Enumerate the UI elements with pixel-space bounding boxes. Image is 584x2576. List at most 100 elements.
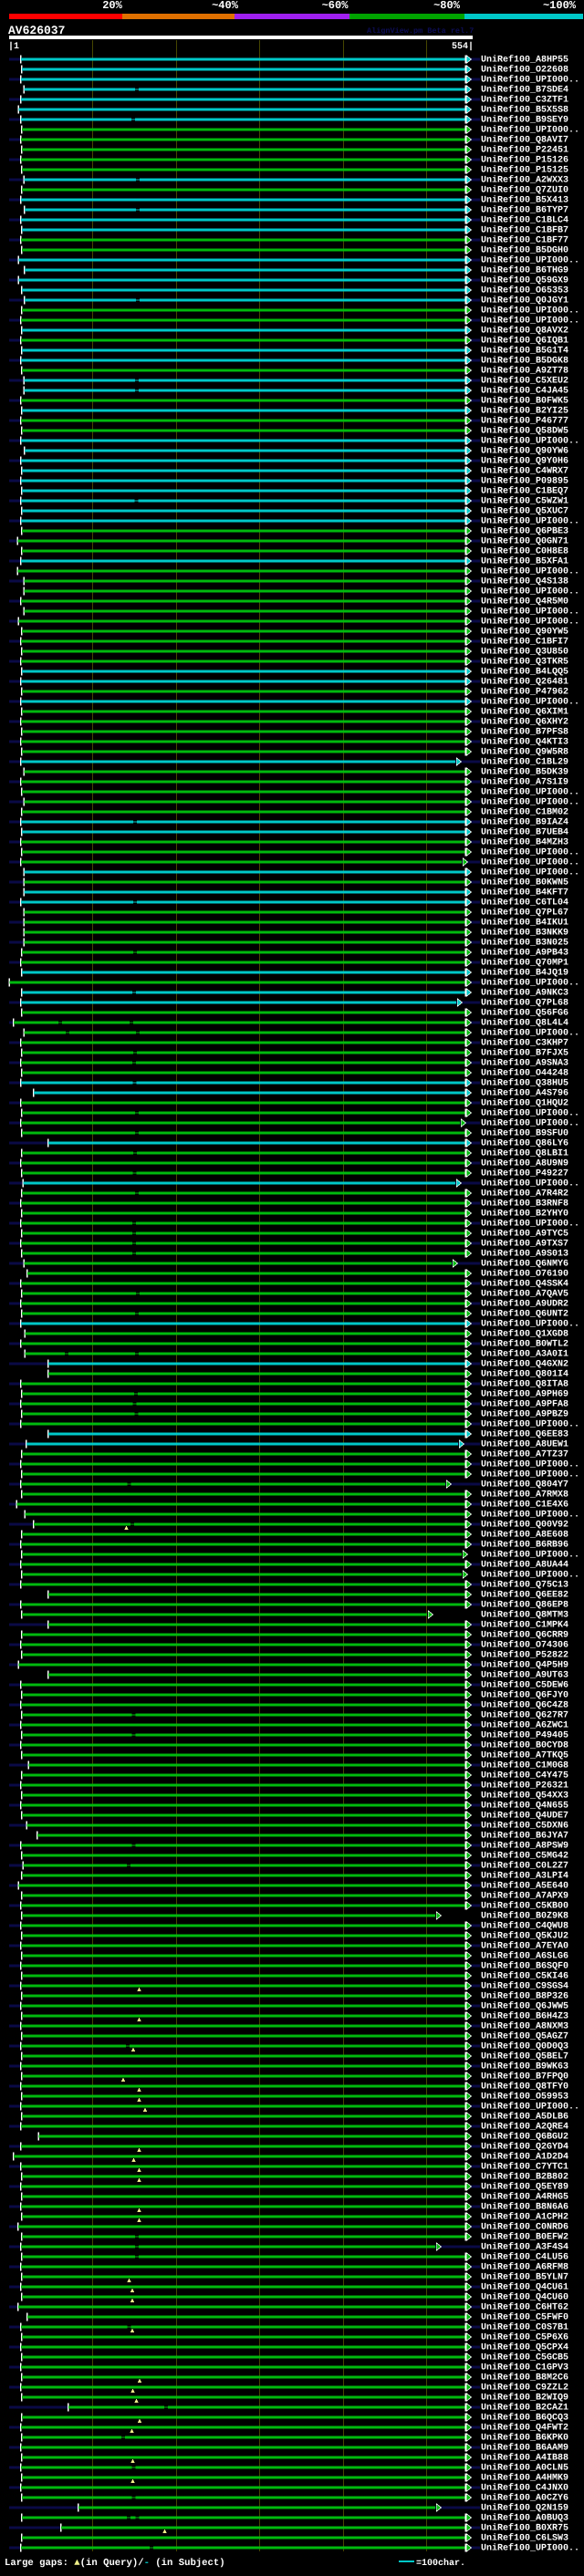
svg-text:UniRef100_O65353: UniRef100_O65353 — [481, 286, 568, 296]
svg-text:UniRef100_C0S7B1: UniRef100_C0S7B1 — [481, 2322, 568, 2333]
svg-text:UniRef100_UPI000..: UniRef100_UPI000.. — [481, 1179, 579, 1189]
svg-text:UniRef100_C1M0G8: UniRef100_C1M0G8 — [481, 1761, 568, 1771]
svg-text:UniRef100_B5DGK8: UniRef100_B5DGK8 — [481, 356, 568, 367]
svg-text:UniRef100_Q8MTM3: UniRef100_Q8MTM3 — [481, 1610, 568, 1621]
svg-text:UniRef100_Q5XUC7: UniRef100_Q5XUC7 — [481, 506, 568, 517]
svg-text:|1: |1 — [8, 41, 19, 52]
svg-text:UniRef100_Q5AGZ7: UniRef100_Q5AGZ7 — [481, 2031, 568, 2042]
svg-text:UniRef100_UPI000..: UniRef100_UPI000.. — [481, 617, 579, 628]
svg-text:UniRef100_UPI000..: UniRef100_UPI000.. — [481, 316, 579, 327]
svg-text:UniRef100_A7TKQ5: UniRef100_A7TKQ5 — [481, 1750, 568, 1761]
svg-text:UniRef100_A3F4S4: UniRef100_A3F4S4 — [481, 2242, 568, 2253]
svg-text:UniRef100_Q1HQU2: UniRef100_Q1HQU2 — [481, 1098, 568, 1109]
svg-text:UniRef100_A9PB43: UniRef100_A9PB43 — [481, 948, 568, 959]
svg-text:=100char.: =100char. — [416, 2558, 465, 2569]
svg-text:UniRef100_B9SEY9: UniRef100_B9SEY9 — [481, 115, 568, 126]
svg-text:UniRef100_Q9W5R8: UniRef100_Q9W5R8 — [481, 747, 568, 758]
svg-text:UniRef100_UPI000..: UniRef100_UPI000.. — [481, 787, 579, 798]
svg-text:UniRef100_Q8ITA8: UniRef100_Q8ITA8 — [481, 1379, 568, 1390]
svg-text:UniRef100_B6THG9: UniRef100_B6THG9 — [481, 265, 568, 276]
svg-text:UniRef100_Q5KJU2: UniRef100_Q5KJU2 — [481, 1931, 568, 1942]
svg-text:UniRef100_A9TYC5: UniRef100_A9TYC5 — [481, 1229, 568, 1240]
svg-text:UniRef100_A6RFM8: UniRef100_A6RFM8 — [481, 2262, 568, 2273]
svg-text:UniRef100_O76190: UniRef100_O76190 — [481, 1269, 568, 1280]
svg-text:UniRef100_B7FPQ0: UniRef100_B7FPQ0 — [481, 2072, 568, 2083]
svg-text:UniRef100_Q627R7: UniRef100_Q627R7 — [481, 1710, 568, 1721]
svg-text:UniRef100_A8UA44: UniRef100_A8UA44 — [481, 1560, 568, 1571]
svg-text:UniRef100_Q801I4: UniRef100_Q801I4 — [481, 1369, 568, 1380]
svg-text:UniRef100_B5DK39: UniRef100_B5DK39 — [481, 767, 568, 778]
svg-text:UniRef100_Q7ZUI0: UniRef100_Q7ZUI0 — [481, 185, 568, 196]
svg-text:UniRef100_B6QCQ3: UniRef100_B6QCQ3 — [481, 2413, 568, 2424]
svg-text:UniRef100_O59953: UniRef100_O59953 — [481, 2092, 568, 2103]
svg-text:UniRef100_UPI000..: UniRef100_UPI000.. — [481, 797, 579, 808]
svg-text:UniRef100_B6H4Z3: UniRef100_B6H4Z3 — [481, 2011, 568, 2022]
svg-text:~100%: ~100% — [543, 0, 577, 12]
svg-text:UniRef100_Q4S138: UniRef100_Q4S138 — [481, 576, 568, 587]
svg-text:UniRef100_UPI000..: UniRef100_UPI000.. — [481, 1419, 579, 1430]
svg-text:UniRef100_Q6EE83: UniRef100_Q6EE83 — [481, 1429, 568, 1440]
svg-text:UniRef100_UPI000..: UniRef100_UPI000.. — [481, 697, 579, 708]
svg-text:UniRef100_UPI000..: UniRef100_UPI000.. — [481, 2543, 579, 2554]
svg-text:UniRef100_Q5CPX4: UniRef100_Q5CPX4 — [481, 2342, 568, 2353]
svg-text:UniRef100_Q1XGD8: UniRef100_Q1XGD8 — [481, 1329, 568, 1340]
svg-text:UniRef100_UPI000..: UniRef100_UPI000.. — [481, 436, 579, 447]
svg-text:UniRef100_C6HT62: UniRef100_C6HT62 — [481, 2302, 568, 2313]
svg-text:UniRef100_B7SDE4: UniRef100_B7SDE4 — [481, 85, 568, 96]
svg-text:UniRef100_Q86EP8: UniRef100_Q86EP8 — [481, 1600, 568, 1611]
svg-text:UniRef100_B0FWK5: UniRef100_B0FWK5 — [481, 396, 568, 407]
svg-text:UniRef100_P52822: UniRef100_P52822 — [481, 1650, 568, 1661]
svg-text:UniRef100_B6SQF0: UniRef100_B6SQF0 — [481, 1961, 568, 1972]
svg-text:UniRef100_O22608: UniRef100_O22608 — [481, 65, 568, 76]
svg-text:UniRef100_Q5BEL7: UniRef100_Q5BEL7 — [481, 2051, 568, 2062]
svg-text:UniRef100_C1BFI7: UniRef100_C1BFI7 — [481, 637, 568, 648]
svg-text:UniRef100_A9ZT78: UniRef100_A9ZT78 — [481, 366, 568, 377]
svg-text:UniRef100_UPI000..: UniRef100_UPI000.. — [481, 1510, 579, 1521]
svg-text:UniRef100_C4JA45: UniRef100_C4JA45 — [481, 386, 568, 397]
svg-text:UniRef100_Q6XHY2: UniRef100_Q6XHY2 — [481, 717, 568, 728]
svg-text:UniRef100_C5GCB5: UniRef100_C5GCB5 — [481, 2353, 568, 2363]
svg-text:UniRef100_A2QRE4: UniRef100_A2QRE4 — [481, 2122, 568, 2133]
svg-text:UniRef100_P49405: UniRef100_P49405 — [481, 1730, 568, 1741]
svg-text:UniRef100_B7PFS8: UniRef100_B7PFS8 — [481, 727, 568, 738]
svg-text:UniRef100_B0KWN5: UniRef100_B0KWN5 — [481, 878, 568, 888]
svg-text:~80%: ~80% — [433, 0, 461, 12]
svg-text:Large gaps: ▲(in Query)/- (in: Large gaps: ▲(in Query)/- (in Subject) — [5, 2558, 225, 2569]
svg-text:UniRef100_C1BL29: UniRef100_C1BL29 — [481, 757, 568, 768]
svg-text:~60%: ~60% — [322, 0, 349, 12]
svg-text:554|: 554| — [452, 41, 474, 52]
svg-text:UniRef100_A4S796: UniRef100_A4S796 — [481, 1088, 568, 1099]
svg-text:UniRef100_Q4FWT2: UniRef100_Q4FWT2 — [481, 2423, 568, 2434]
svg-text:UniRef100_UPI000..: UniRef100_UPI000.. — [481, 1028, 579, 1039]
svg-text:UniRef100_B4KFT7: UniRef100_B4KFT7 — [481, 888, 568, 898]
svg-text:UniRef100_Q90YW5: UniRef100_Q90YW5 — [481, 627, 568, 638]
svg-text:UniRef100_B0WTL2: UniRef100_B0WTL2 — [481, 1339, 568, 1350]
svg-text:UniRef100_A8NXM3: UniRef100_A8NXM3 — [481, 2021, 568, 2032]
svg-text:UniRef100_B5X413: UniRef100_B5X413 — [481, 195, 568, 206]
svg-text:UniRef100_C6TL04: UniRef100_C6TL04 — [481, 898, 568, 909]
svg-text:UniRef100_C5P6X6: UniRef100_C5P6X6 — [481, 2332, 568, 2343]
svg-text:UniRef100_B0Z9K8: UniRef100_B0Z9K8 — [481, 1911, 568, 1922]
svg-text:AlignView.pm Beta rel.7: AlignView.pm Beta rel.7 — [367, 26, 474, 36]
svg-text:20%: 20% — [102, 0, 122, 12]
svg-text:UniRef100_B0CYD8: UniRef100_B0CYD8 — [481, 1740, 568, 1751]
svg-text:UniRef100_A7TZ37: UniRef100_A7TZ37 — [481, 1449, 568, 1460]
svg-text:UniRef100_Q8AVI7: UniRef100_Q8AVI7 — [481, 135, 568, 146]
svg-text:UniRef100_A9S013: UniRef100_A9S013 — [481, 1249, 568, 1260]
svg-text:UniRef100_A4HMK9: UniRef100_A4HMK9 — [481, 2473, 568, 2484]
svg-text:UniRef100_B4IKU1: UniRef100_B4IKU1 — [481, 918, 568, 929]
svg-text:UniRef100_C0H8E8: UniRef100_C0H8E8 — [481, 546, 568, 557]
svg-text:UniRef100_A7S1I9: UniRef100_A7S1I9 — [481, 777, 568, 788]
svg-text:UniRef100_A6ZWC1: UniRef100_A6ZWC1 — [481, 1720, 568, 1731]
svg-text:UniRef100_UPI000..: UniRef100_UPI000.. — [481, 1118, 579, 1129]
svg-text:UniRef100_Q54XX3: UniRef100_Q54XX3 — [481, 1791, 568, 1802]
svg-text:UniRef100_C5DXN6: UniRef100_C5DXN6 — [481, 1821, 568, 1832]
svg-text:UniRef100_O74306: UniRef100_O74306 — [481, 1640, 568, 1651]
svg-text:UniRef100_Q6IQB1: UniRef100_Q6IQB1 — [481, 336, 568, 347]
svg-text:UniRef100_Q4UDE7: UniRef100_Q4UDE7 — [481, 1811, 568, 1822]
svg-text:UniRef100_UPI000..: UniRef100_UPI000.. — [481, 125, 579, 136]
svg-text:UniRef100_Q6XIM1: UniRef100_Q6XIM1 — [481, 707, 568, 718]
svg-text:UniRef100_UPI000..: UniRef100_UPI000.. — [481, 847, 579, 858]
svg-text:UniRef100_P47962: UniRef100_P47962 — [481, 687, 568, 698]
svg-text:UniRef100_C5XEU2: UniRef100_C5XEU2 — [481, 376, 568, 387]
